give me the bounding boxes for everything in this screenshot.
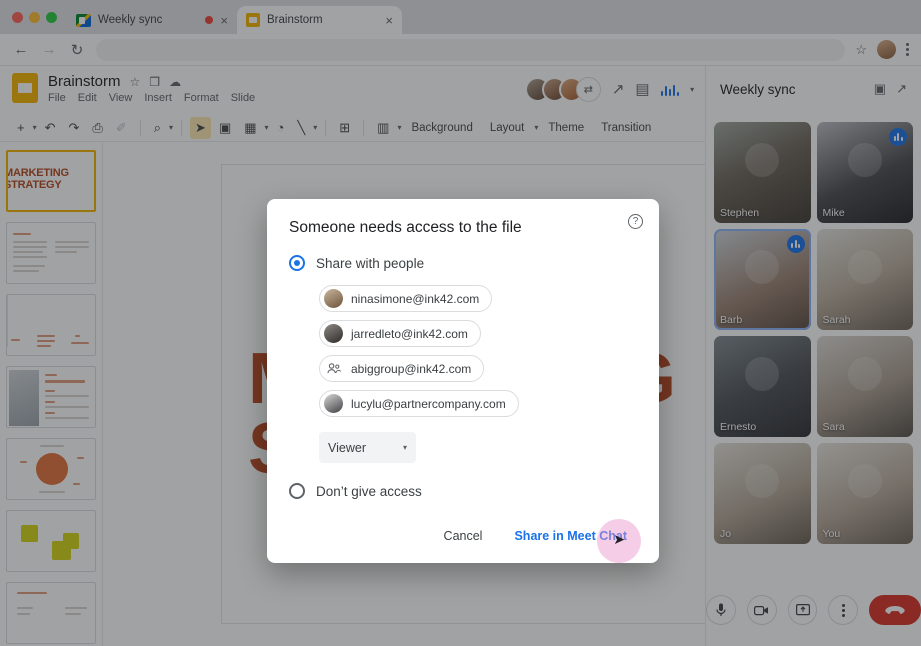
option-dont-give-access[interactable]: Don’t give access (289, 483, 637, 499)
mouse-cursor: ➤ (613, 531, 625, 548)
recipient-email: abiggroup@ink42.com (351, 362, 471, 376)
cancel-button[interactable]: Cancel (432, 521, 495, 551)
recipient-chip[interactable]: jarredleto@ink42.com (319, 320, 481, 347)
avatar (324, 289, 343, 308)
recipient-email: ninasimone@ink42.com (351, 292, 479, 306)
recipient-chip[interactable]: ninasimone@ink42.com (319, 285, 492, 312)
recipient-chip-list: ninasimone@ink42.com jarredleto@ink42.co… (319, 285, 637, 417)
request-access-dialog: ? Someone needs access to the file Share… (267, 199, 659, 563)
radio-dont-give-access[interactable] (289, 483, 305, 499)
dialog-title: Someone needs access to the file (289, 219, 637, 237)
dialog-actions: Cancel Share in Meet Chat ➤ (289, 521, 637, 551)
role-value: Viewer (328, 441, 366, 455)
help-icon[interactable]: ? (628, 214, 643, 229)
avatar (324, 394, 343, 413)
group-icon (324, 359, 343, 378)
chevron-down-icon: ▾ (403, 443, 407, 452)
recipient-chip[interactable]: abiggroup@ink42.com (319, 355, 484, 382)
radio-share-with-people[interactable] (289, 255, 305, 271)
role-dropdown[interactable]: Viewer ▾ (319, 432, 416, 463)
recipient-email: jarredleto@ink42.com (351, 327, 468, 341)
recipient-email: lucylu@partnercompany.com (351, 397, 506, 411)
browser-window: Weekly sync × Brainstorm × ← → ↻ ☆ Brain… (0, 0, 921, 646)
option-share-with-people[interactable]: Share with people (289, 255, 637, 271)
avatar (324, 324, 343, 343)
option-label: Don’t give access (316, 484, 422, 499)
recipient-chip[interactable]: lucylu@partnercompany.com (319, 390, 519, 417)
option-label: Share with people (316, 256, 424, 271)
